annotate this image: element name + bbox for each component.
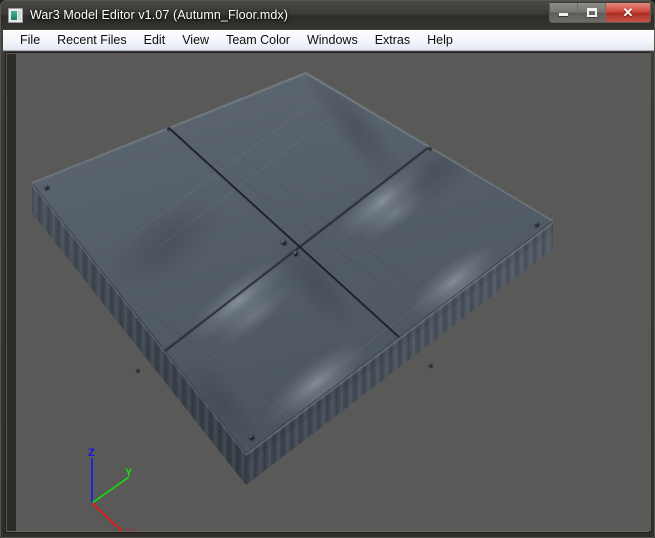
axis-gizmo-lines — [91, 458, 130, 531]
application-window: War3 Model Editor v1.07 (Autumn_Floor.md… — [0, 0, 655, 538]
minimize-button[interactable] — [550, 2, 578, 22]
center-bolts — [280, 239, 300, 258]
maximize-button[interactable] — [578, 2, 606, 22]
slab-side-left — [32, 183, 246, 485]
menu-item-team-color[interactable]: Team Color — [218, 32, 299, 49]
menu-item-edit[interactable]: Edit — [136, 32, 175, 49]
slab-top-face — [31, 71, 554, 454]
menu-item-file[interactable]: File — [12, 32, 49, 49]
slab-rivets — [43, 126, 541, 442]
viewport-frame: Z Y X — [5, 52, 651, 533]
menu-item-recent-files[interactable]: Recent Files — [49, 32, 135, 49]
close-icon: ✕ — [622, 4, 634, 20]
axis-label-z: Z — [88, 447, 95, 459]
axis-gizmo: Z Y X — [74, 438, 144, 531]
menu-bar: File Recent Files Edit View Team Color W… — [3, 30, 654, 51]
axis-label-x: X — [126, 529, 133, 532]
window-title: War3 Model Editor v1.07 (Autumn_Floor.md… — [30, 8, 289, 22]
slab-side-right — [246, 221, 553, 485]
close-button[interactable]: ✕ — [606, 2, 650, 22]
menu-item-windows[interactable]: Windows — [299, 32, 367, 49]
model-viewport[interactable]: Z Y X — [16, 53, 651, 531]
app-icon — [8, 7, 23, 23]
axis-label-y: Y — [125, 467, 133, 479]
menu-item-extras[interactable]: Extras — [367, 32, 419, 49]
title-bar[interactable]: War3 Model Editor v1.07 (Autumn_Floor.md… — [1, 1, 654, 29]
minimize-icon — [559, 13, 568, 16]
axis-x-line — [91, 502, 123, 531]
axis-y-line — [91, 476, 130, 504]
window-controls: ✕ — [549, 2, 651, 23]
menu-item-help[interactable]: Help — [419, 32, 462, 49]
maximize-icon — [586, 7, 597, 17]
menu-item-view[interactable]: View — [174, 32, 218, 49]
